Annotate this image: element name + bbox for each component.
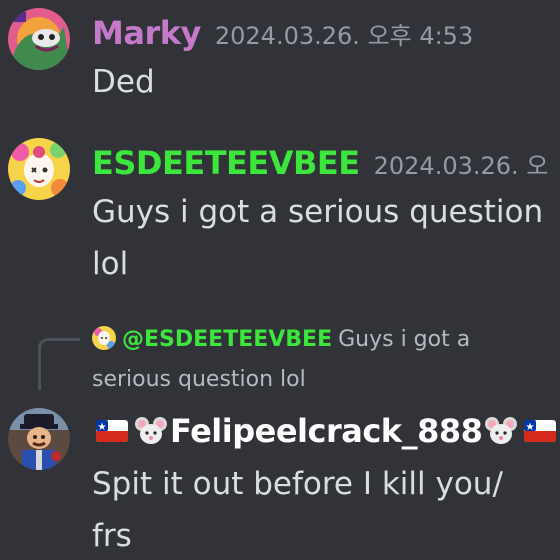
message-line: Ded xyxy=(92,64,155,100)
reply-author-avatar xyxy=(92,326,116,350)
message-line: Guys i got a serious question xyxy=(92,194,544,230)
mouse-face-icon xyxy=(484,416,518,446)
felipeelcrack-username[interactable]: Felipeelcrack_888 xyxy=(170,412,483,450)
message-line: frs xyxy=(92,518,132,554)
chile-flag-icon xyxy=(95,419,129,443)
marky-username[interactable]: Marky xyxy=(92,14,201,52)
reply-preview[interactable]: @ESDEETEEVBEE Guys i got a serious questi… xyxy=(92,320,532,400)
marky-avatar[interactable] xyxy=(8,8,70,70)
chat-message-list: Marky 2024.03.26. 오후 4:53 Ded ESDEETEEVB… xyxy=(0,0,560,560)
marky-message-header: Marky 2024.03.26. 오후 4:53 xyxy=(92,14,473,52)
chile-flag-icon xyxy=(523,419,557,443)
esdeeteevbee-timestamp[interactable]: 2024.03.26. 오 xyxy=(374,146,549,181)
reply-connector-line xyxy=(38,338,80,390)
marky-timestamp[interactable]: 2024.03.26. 오후 4:53 xyxy=(215,16,473,51)
message-line: lol xyxy=(92,246,129,282)
felipeelcrack-message-text: Spit it out before I kill you/ frs xyxy=(92,458,503,560)
marky-message-text: Ded xyxy=(92,56,155,108)
esdeeteevbee-message-text: Guys i got a serious question lol xyxy=(92,186,543,290)
esdeeteevbee-username[interactable]: ESDEETEEVBEE xyxy=(92,144,360,182)
message-line: Spit it out before I kill you/ xyxy=(92,466,503,502)
felipeelcrack-avatar[interactable] xyxy=(8,408,70,470)
esdeeteevbee-message-header: ESDEETEEVBEE 2024.03.26. 오 xyxy=(92,144,548,182)
esdeeteevbee-avatar[interactable] xyxy=(8,138,70,200)
mouse-face-icon xyxy=(134,416,168,446)
felipeelcrack-message-header: Felipeelcrack_888 xyxy=(92,412,560,450)
reply-mention[interactable]: @ESDEETEEVBEE xyxy=(122,327,332,352)
